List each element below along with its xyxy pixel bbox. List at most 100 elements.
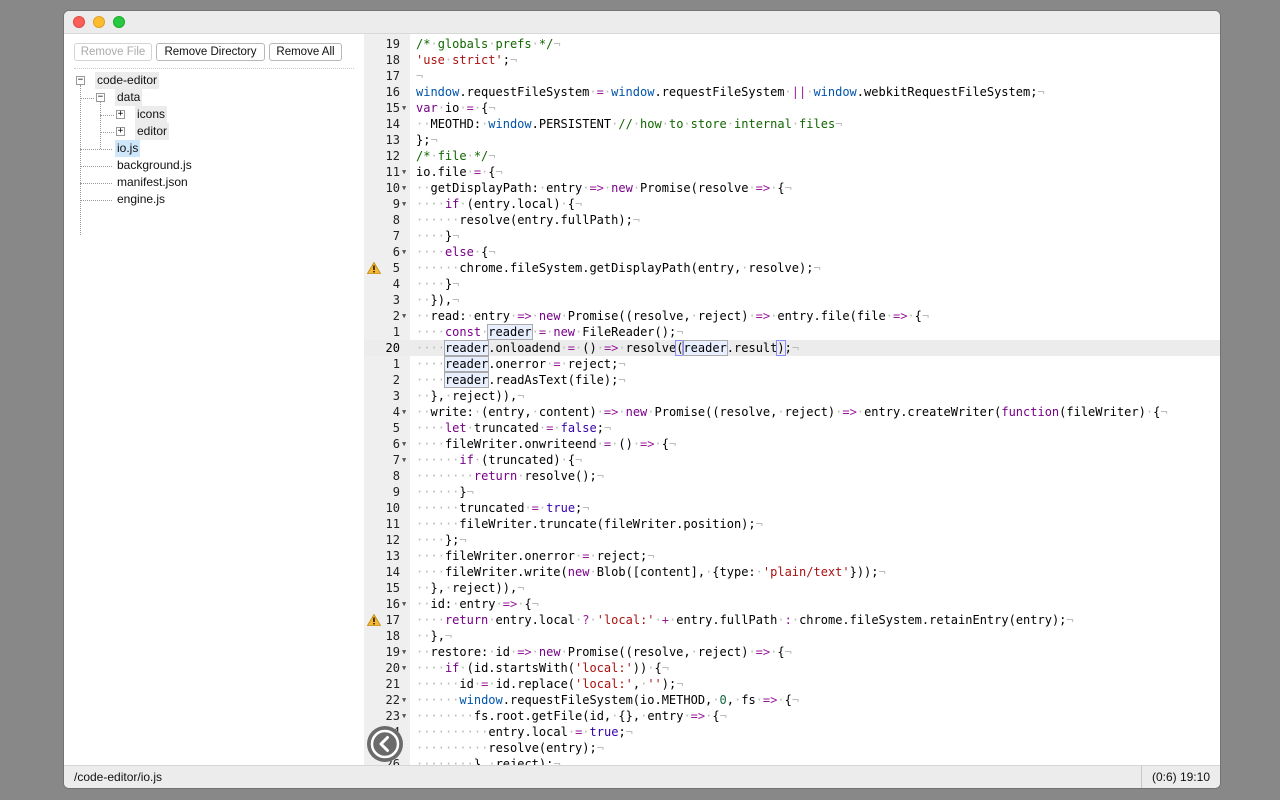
expand-toggle[interactable]: +	[116, 110, 125, 119]
file-engine-js[interactable]: engine.js	[115, 191, 167, 208]
line-number: 9	[392, 197, 400, 211]
code-line[interactable]: 24··········entry.local·=·true;¬	[364, 724, 1220, 740]
code-text: ····if·(id.startsWith('local:'))·{¬	[416, 661, 669, 675]
file-manifest-json[interactable]: manifest.json	[115, 174, 190, 191]
line-number: 10	[385, 501, 400, 515]
line-number: 12	[385, 149, 400, 163]
code-line[interactable]: 8 ······resolve(entry.fullPath);¬	[364, 212, 1220, 228]
line-number: 18	[385, 53, 400, 67]
code-line[interactable]: 2 ····reader.readAsText(file);¬	[364, 372, 1220, 388]
code-line[interactable]: 26 ········},·reject);¬	[364, 756, 1220, 765]
code-line[interactable]: 20 ····reader.onloadend·=·()·=>·resolve(r…	[364, 340, 1220, 356]
code-line[interactable]: 5 ······chrome.fileSystem.getDisplayPath(…	[364, 260, 1220, 276]
folder-icons[interactable]: icons	[135, 106, 168, 123]
code-line[interactable]: 21 ······id·=·id.replace('local:',·'');¬	[364, 676, 1220, 692]
code-text: ······id·=·id.replace('local:',·'');¬	[416, 677, 684, 691]
code-line[interactable]: 15 ▼ var·io·=·{¬	[364, 100, 1220, 116]
code-line[interactable]: 14 ··MEOTHD:·window.PERSISTENT·//·how·to·…	[364, 116, 1220, 132]
fold-arrow-icon[interactable]: ▼	[402, 164, 406, 180]
fold-arrow-icon[interactable]: ▼	[402, 196, 406, 212]
code-line[interactable]: 13 ····fileWriter.onerror·=·reject;¬	[364, 548, 1220, 564]
fold-arrow-icon[interactable]: ▼	[402, 308, 406, 324]
code-line[interactable]: 12 ····};¬	[364, 532, 1220, 548]
code-line[interactable]: 20 ▼ ····if·(id.startsWith('local:'))·{¬	[364, 660, 1220, 676]
code-line[interactable]: 19 /*·globals·prefs·*/¬	[364, 36, 1220, 52]
code-line[interactable]: 14 ····fileWriter.write(new·Blob([content…	[364, 564, 1220, 580]
code-line[interactable]: 12 /*·file·*/¬	[364, 148, 1220, 164]
code-line[interactable]: 25··········resolve(entry);¬	[364, 740, 1220, 756]
file-io-js[interactable]: io.js	[115, 140, 141, 157]
code-text: ······chrome.fileSystem.getDisplayPath(e…	[416, 261, 821, 275]
code-line[interactable]: 7 ····}¬	[364, 228, 1220, 244]
fold-arrow-icon[interactable]: ▼	[402, 660, 406, 676]
fold-arrow-icon[interactable]: ▼	[402, 596, 406, 612]
maximize-window-button[interactable]	[113, 16, 125, 28]
file-background-js[interactable]: background.js	[115, 157, 194, 174]
minimize-window-button[interactable]	[93, 16, 105, 28]
code-line[interactable]: 19 ▼ ··restore:·id·=>·new·Promise((resolve…	[364, 644, 1220, 660]
code-text: 'use·strict';¬	[416, 53, 518, 67]
fold-arrow-icon[interactable]: ▼	[402, 244, 406, 260]
tree-row-file: engine.js	[64, 191, 364, 208]
code-line[interactable]: 10 ······truncated·=·true;¬	[364, 500, 1220, 516]
code-line[interactable]: 2 ▼ ··read:·entry·=>·new·Promise((resolve,…	[364, 308, 1220, 324]
line-number: 7	[392, 229, 400, 243]
close-window-button[interactable]	[73, 16, 85, 28]
code-line[interactable]: 15 ··},·reject)),¬	[364, 580, 1220, 596]
fold-arrow-icon[interactable]: ▼	[402, 180, 406, 196]
code-text: ······window.requestFileSystem(io.METHOD…	[416, 693, 800, 707]
fold-arrow-icon[interactable]: ▼	[402, 452, 406, 468]
fold-arrow-icon[interactable]: ▼	[402, 436, 406, 452]
folder-data[interactable]: data	[115, 89, 143, 106]
code-line[interactable]: 9 ······}¬	[364, 484, 1220, 500]
code-editor[interactable]: 19/*·globals·prefs·*/¬ 18'use·strict';¬ 17…	[364, 34, 1220, 765]
code-line[interactable]: 18 ··},¬	[364, 628, 1220, 644]
code-line[interactable]: 7 ▼ ······if·(truncated)·{¬	[364, 452, 1220, 468]
line-number: 13	[385, 133, 400, 147]
line-number: 21	[385, 677, 400, 691]
collapse-toggle[interactable]: −	[96, 93, 105, 102]
code-line[interactable]: 17 ¬	[364, 68, 1220, 84]
code-line[interactable]: 16 window.requestFileSystem·=·window.requ…	[364, 84, 1220, 100]
code-line[interactable]: 6 ▼ ····else·{¬	[364, 244, 1220, 260]
folder-editor[interactable]: editor	[135, 123, 170, 140]
fold-arrow-icon[interactable]: ▼	[402, 100, 406, 116]
code-line[interactable]: 4 ▼ ··write:·(entry,·content)·=>·new·Promi…	[364, 404, 1220, 420]
collapse-toggle[interactable]: −	[76, 76, 85, 85]
line-number: 12	[385, 533, 400, 547]
remove-file-button[interactable]: Remove File	[74, 43, 152, 61]
code-line[interactable]: 10 ▼ ··getDisplayPath:·entry·=>·new·Promis…	[364, 180, 1220, 196]
expand-toggle[interactable]: +	[116, 127, 125, 136]
fold-arrow-icon[interactable]: ▼	[402, 404, 406, 420]
code-text: ··},¬	[416, 629, 453, 643]
code-line[interactable]: 17 ····return·entry.local·?·'local:'·+·en…	[364, 612, 1220, 628]
code-line[interactable]: 4 ····}¬	[364, 276, 1220, 292]
code-line[interactable]: 6 ▼ ····fileWriter.onwriteend·=·()·=>·{¬	[364, 436, 1220, 452]
code-text: ····}¬	[416, 277, 460, 291]
code-line[interactable]: 9 ▼ ····if·(entry.local)·{¬	[364, 196, 1220, 212]
code-text: ··read:·entry·=>·new·Promise((resolve,·r…	[416, 309, 930, 323]
code-line[interactable]: 13};¬	[364, 132, 1220, 148]
code-line[interactable]: 16 ▼ ··id:·entry·=>·{¬	[364, 596, 1220, 612]
code-line[interactable]: 3 ··}),¬	[364, 292, 1220, 308]
code-line[interactable]: 5 ····let·truncated·=·false;¬	[364, 420, 1220, 436]
code-line[interactable]: 11 ······fileWriter.truncate(fileWriter.p…	[364, 516, 1220, 532]
code-line[interactable]: 1 ····reader.onerror·=·reject;¬	[364, 356, 1220, 372]
fold-arrow-icon[interactable]: ▼	[402, 644, 406, 660]
folder-code-editor[interactable]: code-editor	[95, 72, 160, 89]
line-number: 7	[392, 453, 400, 467]
code-line[interactable]: 18 'use·strict';¬	[364, 52, 1220, 68]
code-line[interactable]: 11 ▼ io.file·=·{¬	[364, 164, 1220, 180]
code-line[interactable]: 3 ··},·reject)),¬	[364, 388, 1220, 404]
fold-arrow-icon[interactable]: ▼	[402, 692, 406, 708]
code-text: ····reader.onerror·=·reject;¬	[416, 356, 626, 372]
code-line[interactable]: 22 ▼ ······window.requestFileSystem(io.MET…	[364, 692, 1220, 708]
line-number: 17	[385, 69, 400, 83]
remove-directory-button[interactable]: Remove Directory	[156, 43, 265, 61]
remove-all-button[interactable]: Remove All	[269, 43, 342, 61]
code-line[interactable]: 1 ····const·reader·=·new·FileReader();¬	[364, 324, 1220, 340]
code-line[interactable]: 8 ········return·resolve();¬	[364, 468, 1220, 484]
back-button[interactable]	[367, 726, 403, 762]
fold-arrow-icon[interactable]: ▼	[402, 708, 406, 724]
code-line[interactable]: 23 ▼ ········fs.root.getFile(id,·{},·entry…	[364, 708, 1220, 724]
